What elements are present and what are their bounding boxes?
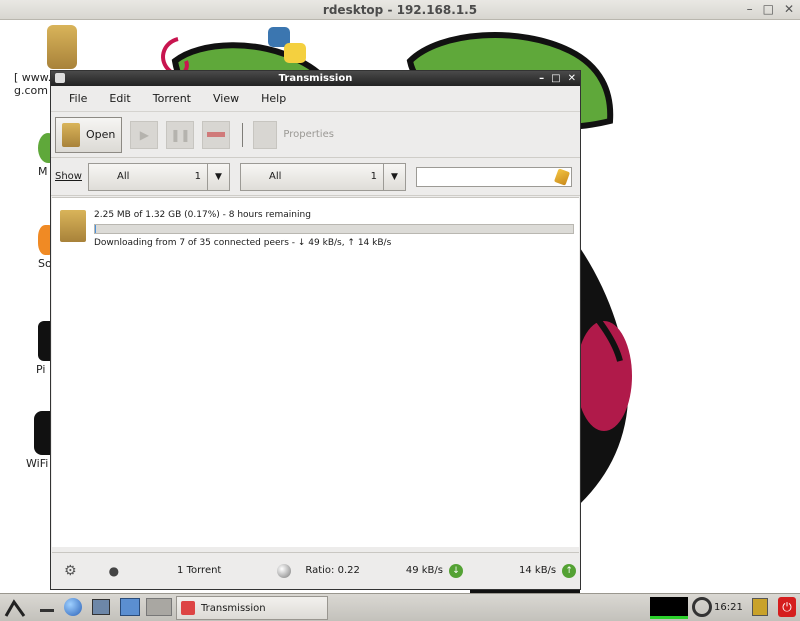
torrent-row[interactable]: 2.25 MB of 1.32 GB (0.17%) - 8 hours rem… [52,204,579,258]
clock: 16:21 [714,602,743,613]
ratio-display[interactable]: Ratio: 0.22 [277,563,360,578]
turtle-icon: ● [108,563,120,578]
torrent-progress-bar [94,224,574,234]
open-button-label: Open [86,128,116,141]
menu-view[interactable]: View [213,92,239,105]
properties-button-label: Properties [283,129,334,140]
folder-icon [60,210,86,242]
category-filter-combo[interactable]: All 1 ▼ [239,162,406,191]
play-icon: ▶ [139,127,149,142]
ratio-icon [277,563,292,578]
activity-filter-value: All [116,171,130,182]
remove-button[interactable] [202,120,231,149]
torrent-progress-fill [95,225,96,233]
torrent-status-text: Downloading from 7 of 35 connected peers… [94,238,392,248]
activity-filter-combo[interactable]: All 1 ▼ [87,162,230,191]
menu-torrent[interactable]: Torrent [153,92,191,105]
minimize-icon[interactable]: – [747,2,753,16]
minimize-all-icon[interactable] [40,602,54,612]
category-filter-count: 1 [370,171,377,182]
upload-arrow-icon: ↑ [562,563,577,578]
torrent-progress-text: 2.25 MB of 1.32 GB (0.17%) - 8 hours rem… [94,210,311,220]
maximize-icon[interactable]: □ [763,2,774,16]
remove-icon [207,132,226,137]
transmission-app-icon [181,601,195,615]
torrent-count: 1 Torrent [177,565,222,576]
browser-icon[interactable] [64,598,82,616]
network-icon[interactable] [692,597,712,617]
chevron-down-icon: ▼ [206,163,229,190]
taskbar-transmission-button[interactable]: Transmission [176,596,328,620]
properties-icon [253,120,278,149]
search-input[interactable] [415,166,572,187]
outer-titlebar: rdesktop - 192.168.1.5 – □ ✕ [0,0,800,20]
ratio-text: Ratio: 0.22 [305,565,360,576]
transmission-titlebar[interactable]: Transmission – □ ✕ [51,71,580,86]
desktop-1-icon[interactable] [120,598,140,616]
category-filter-value: All [268,171,282,182]
preferences-button[interactable]: ⚙ [64,563,77,579]
close-icon[interactable]: ✕ [784,2,794,16]
folder-icon [47,25,77,69]
download-speed-text: 49 kB/s [405,565,443,576]
maximize-icon[interactable]: □ [551,71,560,86]
statusbar: ⚙ ● 1 Torrent Ratio: 0.22 49 kB/s ↓ 14 k… [52,552,579,588]
download-speed: 49 kB/s ↓ [405,563,463,578]
windows-icon[interactable] [92,599,110,615]
toolbar: Open ▶ ❚❚ Properties [51,112,580,158]
open-folder-icon [62,122,80,147]
transmission-app-icon [55,73,65,83]
outer-window-controls: – □ ✕ [747,2,794,16]
activity-filter-count: 1 [194,171,201,182]
show-label: Show [55,171,82,182]
turtle-button[interactable]: ● [109,564,119,578]
pause-button[interactable]: ❚❚ [166,120,195,149]
torrent-list[interactable]: 2.25 MB of 1.32 GB (0.17%) - 8 hours rem… [52,197,579,547]
gear-icon: ⚙ [64,562,77,579]
open-button[interactable]: Open [55,116,123,153]
download-arrow-icon: ↓ [449,563,463,578]
shutdown-icon[interactable]: ⏻ [778,597,796,617]
toolbar-separator [242,122,244,147]
start-button[interactable]: ▶ [130,120,159,149]
chevron-down-icon: ▼ [382,163,405,190]
clear-search-icon[interactable] [553,167,571,186]
menu-edit[interactable]: Edit [109,92,130,105]
taskbar: Transmission 16:21 ⏻ [0,593,800,621]
lock-screen-icon[interactable] [752,598,768,616]
upload-speed-text: 14 kB/s [519,565,557,576]
upload-speed: 14 kB/s ↑ [519,563,577,578]
menubar: File Edit Torrent View Help [51,86,580,112]
outer-window-title: rdesktop - 192.168.1.5 [322,3,478,17]
transmission-window-title: Transmission [278,73,353,84]
menu-file[interactable]: File [69,92,87,105]
taskbar-transmission-label: Transmission [201,602,266,614]
properties-button[interactable]: Properties [253,120,334,149]
close-icon[interactable]: ✕ [568,71,576,86]
pause-icon: ❚❚ [170,127,191,142]
cpu-monitor [650,597,688,619]
filterbar: Show All 1 ▼ All 1 ▼ [51,158,580,196]
minimize-icon[interactable]: – [539,71,544,86]
transmission-window-controls: – □ ✕ [539,71,576,86]
transmission-window: Transmission – □ ✕ File Edit Torrent Vie… [50,70,581,590]
menu-help[interactable]: Help [261,92,286,105]
menu-launcher-icon[interactable] [4,598,26,618]
desktop-2-icon[interactable] [146,598,172,616]
